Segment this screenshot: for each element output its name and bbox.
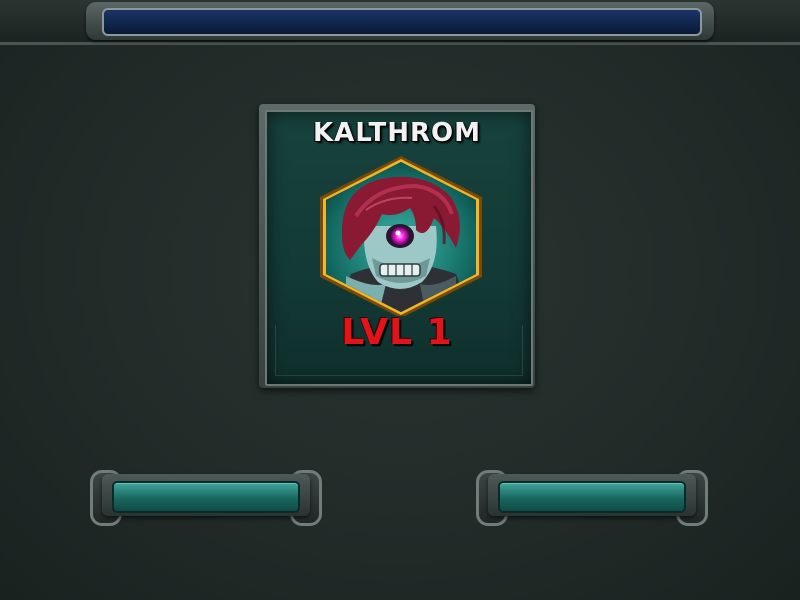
right-button-label <box>498 481 686 509</box>
cyclops-hero-portrait-icon <box>320 156 482 318</box>
hero-name: KALTHROM <box>312 118 482 148</box>
left-action-button[interactable] <box>90 470 322 526</box>
hero-portrait-frame[interactable] <box>316 156 486 318</box>
right-action-button[interactable] <box>476 470 708 526</box>
top-bar <box>102 8 702 36</box>
left-button-label <box>112 481 300 509</box>
hero-level: LVL 1 <box>341 312 453 353</box>
